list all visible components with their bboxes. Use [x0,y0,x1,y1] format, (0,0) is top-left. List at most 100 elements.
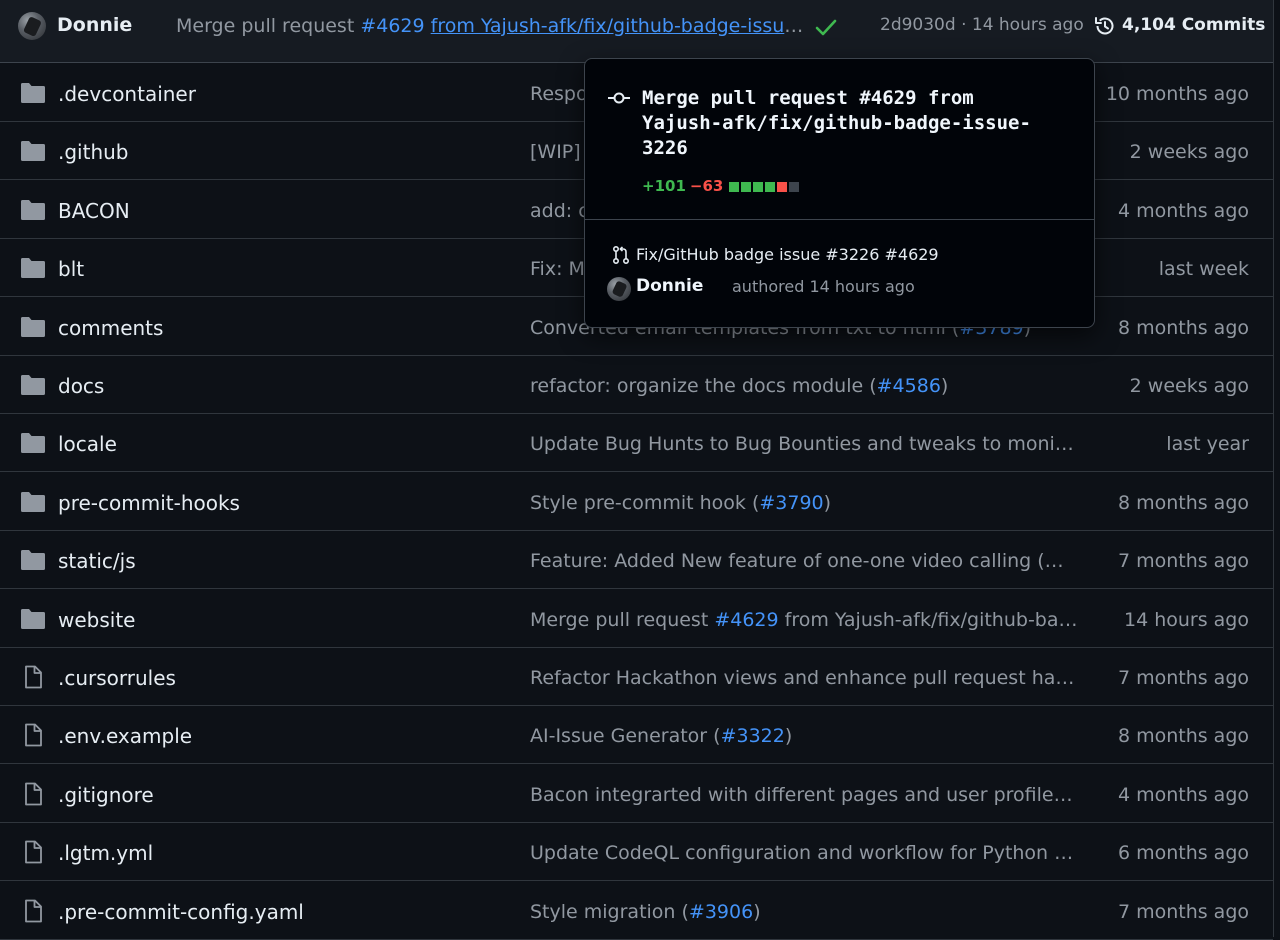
commit-date: last week [1158,258,1249,281]
file-row[interactable]: .lgtm.yml Update CodeQL configuration and… [0,823,1273,882]
commit-date: 8 months ago [1117,316,1249,339]
hovercard-divider [585,219,1094,220]
commit-message-link[interactable]: Bacon integrarted with different pages a… [530,784,1078,806]
commit-message-text: ) [940,375,949,397]
author-avatar[interactable] [18,12,46,40]
file-row[interactable]: static/js Feature: Added New feature of o… [0,531,1273,590]
commit-message-link[interactable]: Refactor Hackathon views and enhance pul… [530,667,1078,689]
diff-block [729,182,740,192]
commit-message-text: ) [784,725,793,748]
commit-message-link[interactable]: Update CodeQL configuration and workflow… [530,842,1078,864]
folder-icon [21,199,45,220]
commit-date: 7 months ago [1117,667,1249,689]
pr-link[interactable]: #3906 [689,901,753,923]
commit-message-link[interactable]: Feature: Added New feature of one-one vi… [530,550,1078,572]
diff-bar [729,178,801,196]
pr-link[interactable]: #3790 [759,492,823,514]
file-link[interactable]: .pre-commit-config.yaml [58,900,304,924]
file-icon [25,723,42,747]
commit-date: 4 months ago [1117,783,1249,806]
commit-date: 7 months ago [1117,900,1249,923]
commit-message-text: from Yajush-afk/fix/github-badge-issue-3… [784,608,1078,631]
commit-author-link[interactable]: Donnie [57,14,132,36]
folder-icon [21,316,45,337]
folder-link[interactable]: BACON [58,199,130,223]
folder-icon [21,433,45,454]
commit-sha-time[interactable]: 2d9030d · 14 hours ago [880,15,1084,35]
hovercard-author-avatar[interactable] [607,277,631,301]
commit-branch-link[interactable]: from Yajush-afk/fix/github-badge-issue-3… [431,15,806,37]
commit-message-text: Merge pull request [530,608,715,631]
diff-block [741,182,752,192]
file-link[interactable]: .cursorrules [58,666,176,690]
pr-link[interactable]: #4629 [714,609,778,631]
diff-block [753,182,764,192]
commit-date: 8 months ago [1117,725,1249,748]
pull-request-icon [612,245,630,265]
folder-icon [21,83,45,103]
file-row[interactable]: .gitignore Bacon integrarted with differe… [0,765,1273,823]
folder-icon [21,375,45,395]
hovercard-authored-time: authored 14 hours ago [732,277,915,296]
check-icon[interactable] [814,16,838,38]
file-icon [25,840,42,864]
commits-count-link[interactable]: 4,104 Commits [1122,15,1265,35]
folder-icon [21,608,45,629]
commit-message-text: Feature: Added New feature of one-one vi… [530,550,1045,573]
folder-link[interactable]: blt [58,257,84,281]
folder-icon [21,550,45,571]
history-icon[interactable] [1093,14,1117,38]
file-link[interactable]: .env.example [58,724,192,748]
commit-message-text: Style pre-commit hook ( [530,491,760,514]
commit-date: 4 months ago [1117,199,1249,222]
commit-message-link[interactable]: AI-Issue Generator (#3322) [530,725,1078,747]
commit-message-text: Update CodeQL configuration and workflow… [530,842,1074,865]
commit-message-link[interactable]: Style migration (#3906) [530,901,1078,923]
commit-message-link[interactable]: Style pre-commit hook (#3790) [530,492,1078,514]
hovercard-author-link[interactable]: Donnie [636,276,703,296]
file-row[interactable]: .env.example AI-Issue Generator (#3322) 8 … [0,706,1273,765]
file-icon [25,782,42,806]
commit-message[interactable]: Merge pull request #4629 from Yajush-afk… [176,15,806,37]
file-link[interactable]: .gitignore [58,783,154,807]
file-row[interactable]: .cursorrules Refactor Hackathon views and… [0,648,1273,706]
file-row[interactable]: .pre-commit-config.yaml Style migration (… [0,882,1273,940]
hovercard-pr-link[interactable]: Fix/GitHub badge issue #3226 #4629 [636,245,939,264]
folder-link[interactable]: website [58,608,135,632]
file-row[interactable]: docs refactor: organize the docs module (… [0,356,1273,414]
commit-date: 10 months ago [1105,83,1249,105]
folder-icon [21,491,45,512]
folder-link[interactable]: locale [58,432,117,456]
commit-message-prefix: Merge pull request [176,15,361,37]
diff-block [789,182,800,192]
commit-message-text: refactor: organize the docs module ( [530,375,877,397]
folder-link[interactable]: docs [58,374,104,398]
commit-icon [608,92,630,104]
commit-message-link[interactable]: Update Bug Hunts to Bug Bounties and twe… [530,433,1078,455]
commit-pr-link[interactable]: #4629 [360,15,424,37]
pr-link[interactable]: #3322 [721,725,785,747]
folder-link[interactable]: pre-commit-hooks [58,491,240,515]
diff-stats: +101 −63 [642,177,801,196]
deletions-count: −63 [689,177,724,195]
latest-commit-bar: Donnie Merge pull request #4629 from Yaj… [0,0,1273,63]
commit-message-text: AI-Issue Generator ( [530,725,721,748]
commit-message-text: ) [823,491,832,514]
folder-link[interactable]: static/js [58,549,136,573]
file-row[interactable]: pre-commit-hooks Style pre-commit hook (#… [0,473,1273,531]
file-link[interactable]: .lgtm.yml [58,841,153,865]
commit-date: 8 months ago [1117,491,1249,514]
commit-date: 6 months ago [1117,842,1249,865]
commit-hovercard: Merge pull request #4629 from Yajush-afk… [584,58,1095,328]
folder-link[interactable]: .github [58,140,129,164]
file-icon [25,899,42,922]
pr-link[interactable]: #4586 [877,375,941,397]
commit-message-link[interactable]: refactor: organize the docs module (#458… [530,375,1078,397]
diff-block [777,182,788,192]
commit-message-link[interactable]: Merge pull request #4629 from Yajush-afk… [530,609,1078,631]
folder-link[interactable]: comments [58,316,163,340]
folder-link[interactable]: .devcontainer [58,82,196,106]
file-row[interactable]: locale Update Bug Hunts to Bug Bounties a… [0,414,1273,473]
hovercard-title[interactable]: Merge pull request #4629 from Yajush-afk… [642,86,1062,161]
file-row[interactable]: website Merge pull request #4629 from Yaj… [0,590,1273,648]
